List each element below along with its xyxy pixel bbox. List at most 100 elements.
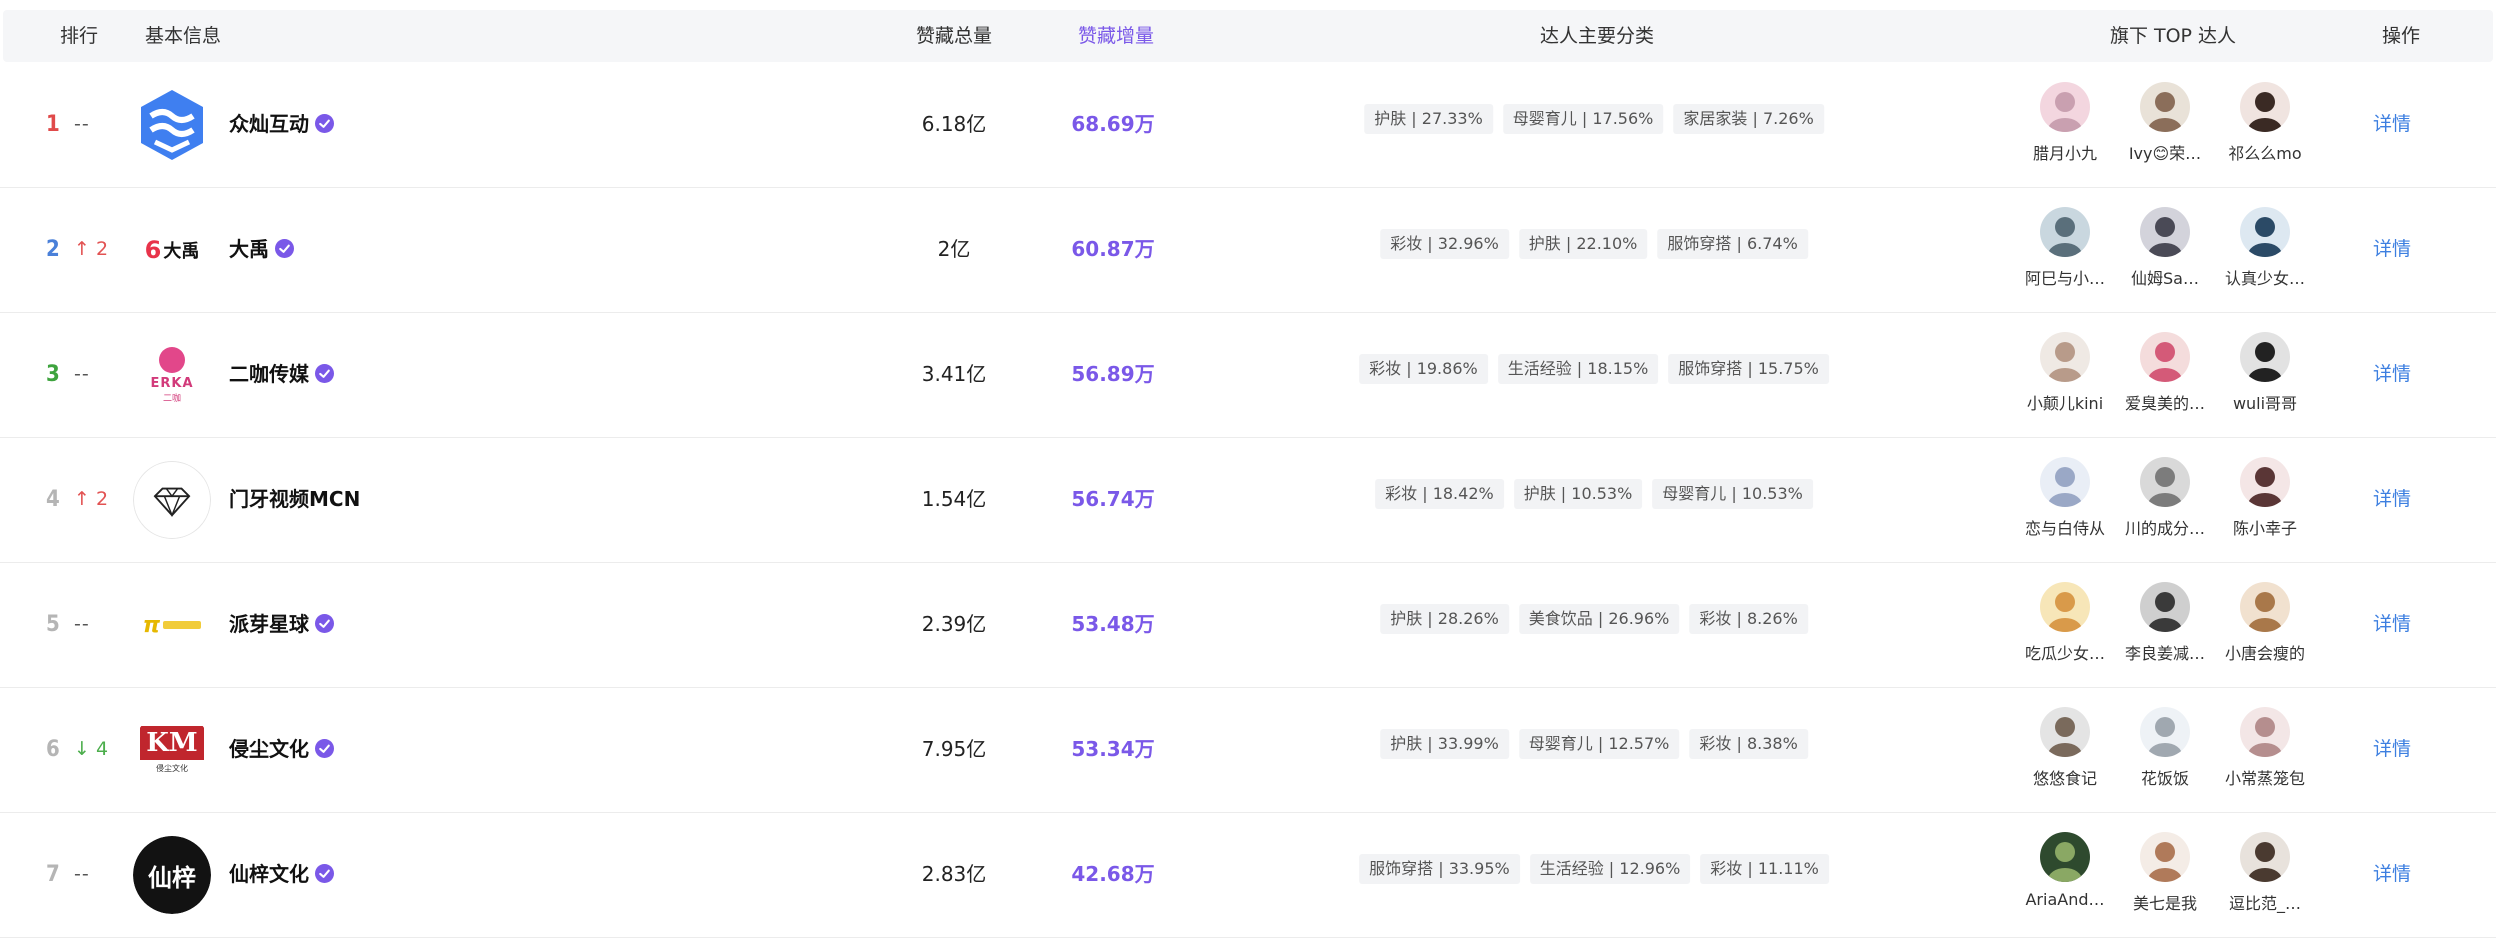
category-tag: 护肤 | 22.10% xyxy=(1518,229,1648,259)
category-list: 护肤 | 28.26% 美食饮品 | 26.96% 彩妆 | 8.26% xyxy=(1380,604,1808,634)
total-likes: 1.54亿 xyxy=(921,487,987,511)
creator-name[interactable]: 小常蒸笼包 xyxy=(2205,765,2325,789)
agency-logo[interactable] xyxy=(133,461,211,539)
agency-name[interactable]: 众灿互动 xyxy=(229,62,334,187)
agency-name-text[interactable]: 二咖传媒 xyxy=(229,362,309,386)
creator-avatar[interactable] xyxy=(2040,332,2090,382)
creator-name[interactable]: 逗比范_… xyxy=(2205,890,2325,914)
creator-name[interactable]: 祁么么mo xyxy=(2205,140,2325,164)
rank-change-value: 2 xyxy=(95,238,109,260)
rank-change: ↑ 2 xyxy=(74,437,108,562)
agency-logo[interactable]: π xyxy=(133,586,211,664)
creator-name[interactable]: 陈小幸子 xyxy=(2205,515,2325,539)
table-row: 2 ↑ 2 6 大禹 大禹 2亿 60.87万 彩妆 | 32.96% 护肤 | 22.10% 服… xyxy=(0,187,2496,313)
total-likes: 3.41亿 xyxy=(921,362,987,386)
agency-logo[interactable]: 仙梓 xyxy=(133,836,211,914)
agency-name[interactable]: 派芽星球 xyxy=(229,562,334,687)
detail-link[interactable]: 详情 xyxy=(2373,62,2411,187)
creator-avatar[interactable] xyxy=(2240,332,2290,382)
top-creator-list: 恋与白侍从 川的成分… 陈小幸子 xyxy=(2005,437,2305,562)
creator-avatar[interactable] xyxy=(2140,207,2190,257)
header-total-likes[interactable]: 赞藏总量 xyxy=(916,10,992,62)
category-tag: 母婴育儿 | 10.53% xyxy=(1652,479,1813,509)
rank-number: 1 xyxy=(46,112,60,137)
top-creator[interactable]: 小唐会瘦的 xyxy=(2205,582,2325,664)
agency-name-text[interactable]: 门牙视频MCN xyxy=(229,487,360,511)
top-creator[interactable]: 认真少女… xyxy=(2205,207,2325,289)
creator-name[interactable]: 小唐会瘦的 xyxy=(2205,640,2325,664)
verified-icon xyxy=(315,564,334,633)
creator-avatar[interactable] xyxy=(2240,582,2290,632)
creator-name[interactable]: wuli哥哥 xyxy=(2205,390,2325,414)
agency-name-text[interactable]: 派芽星球 xyxy=(229,612,309,636)
creator-avatar[interactable] xyxy=(2040,832,2090,882)
creator-avatar[interactable] xyxy=(2140,832,2190,882)
creator-avatar[interactable] xyxy=(2040,207,2090,257)
category-tag: 护肤 | 28.26% xyxy=(1380,604,1509,634)
creator-avatar[interactable] xyxy=(2040,707,2090,757)
agency-logo[interactable]: ERKA 二咖 xyxy=(133,336,211,414)
detail-link[interactable]: 详情 xyxy=(2373,562,2411,687)
rank-change: -- xyxy=(74,312,90,437)
creator-avatar[interactable] xyxy=(2040,582,2090,632)
agency-name[interactable]: 大禹 xyxy=(229,187,294,312)
rank-number: 6 xyxy=(46,737,60,762)
category-list: 彩妆 | 32.96% 护肤 | 22.10% 服饰穿搭 | 6.74% xyxy=(1380,229,1808,259)
creator-avatar[interactable] xyxy=(2140,82,2190,132)
agency-name-text[interactable]: 众灿互动 xyxy=(229,112,309,136)
top-creator[interactable]: 祁么么mo xyxy=(2205,82,2325,164)
category-tag: 美食饮品 | 26.96% xyxy=(1518,604,1680,634)
agency-logo[interactable]: KM 侵尘文化 xyxy=(133,711,211,789)
top-creator[interactable]: 逗比范_… xyxy=(2205,832,2325,914)
total-likes: 7.95亿 xyxy=(921,737,987,761)
creator-avatar[interactable] xyxy=(2240,82,2290,132)
likes-increase: 42.68万 xyxy=(1071,862,1155,886)
detail-link[interactable]: 详情 xyxy=(2373,687,2411,812)
agency-name[interactable]: 侵尘文化 xyxy=(229,687,334,812)
creator-avatar[interactable] xyxy=(2240,707,2290,757)
creator-name[interactable]: 认真少女… xyxy=(2205,265,2325,289)
table-header: 排行 基本信息 赞藏总量 赞藏增量 达人主要分类 旗下 TOP 达人 操作 xyxy=(3,10,2493,62)
agency-logo[interactable]: 6 大禹 xyxy=(133,211,211,289)
agency-name[interactable]: 门牙视频MCN xyxy=(229,437,360,562)
header-main-categories: 达人主要分类 xyxy=(1539,25,1655,47)
creator-avatar[interactable] xyxy=(2140,707,2190,757)
header-likes-increase[interactable]: 赞藏增量 xyxy=(1078,10,1154,62)
creator-avatar[interactable] xyxy=(2140,457,2190,507)
detail-link[interactable]: 详情 xyxy=(2373,437,2411,562)
creator-avatar[interactable] xyxy=(2040,457,2090,507)
creator-avatar[interactable] xyxy=(2240,207,2290,257)
table-row: 1 -- 众灿互动 6.18亿 68.69万 护肤 | 27.33% 母婴育儿 | 17.5… xyxy=(0,62,2496,188)
top-creator[interactable]: 小常蒸笼包 xyxy=(2205,707,2325,789)
creator-avatar[interactable] xyxy=(2240,457,2290,507)
creator-avatar[interactable] xyxy=(2040,82,2090,132)
header-action: 操作 xyxy=(2381,25,2421,47)
likes-increase: 68.69万 xyxy=(1071,112,1155,136)
agency-name-text[interactable]: 侵尘文化 xyxy=(229,737,309,761)
detail-link[interactable]: 详情 xyxy=(2373,187,2411,312)
detail-link[interactable]: 详情 xyxy=(2373,812,2411,937)
arrow-up-icon: ↑ xyxy=(74,488,96,510)
likes-increase: 60.87万 xyxy=(1071,237,1155,261)
table-row: 7 -- 仙梓 仙梓文化 2.83亿 42.68万 服饰穿搭 | 33.95% 生活经验 | … xyxy=(0,812,2496,938)
header-top-creators: 旗下 TOP 达人 xyxy=(2109,25,2237,47)
header-basic-info: 基本信息 xyxy=(145,25,222,47)
agency-name-text[interactable]: 仙梓文化 xyxy=(229,862,309,886)
agency-name[interactable]: 仙梓文化 xyxy=(229,812,334,937)
detail-link[interactable]: 详情 xyxy=(2373,312,2411,437)
top-creator-list: 小颠儿kini 爱臭美的… wuli哥哥 xyxy=(2005,312,2305,437)
top-creator[interactable]: wuli哥哥 xyxy=(2205,332,2325,414)
creator-avatar[interactable] xyxy=(2140,332,2190,382)
verified-icon xyxy=(315,814,334,883)
agency-name-text[interactable]: 大禹 xyxy=(229,237,269,261)
total-likes: 2亿 xyxy=(937,237,971,261)
header-rank: 排行 xyxy=(60,25,99,47)
creator-avatar[interactable] xyxy=(2140,582,2190,632)
top-creator[interactable]: 陈小幸子 xyxy=(2205,457,2325,539)
category-tag: 彩妆 | 11.11% xyxy=(1700,854,1829,884)
rank-number: 5 xyxy=(46,612,60,637)
agency-logo[interactable] xyxy=(133,86,211,164)
rank-change-value: -- xyxy=(74,363,90,385)
agency-name[interactable]: 二咖传媒 xyxy=(229,312,334,437)
creator-avatar[interactable] xyxy=(2240,832,2290,882)
